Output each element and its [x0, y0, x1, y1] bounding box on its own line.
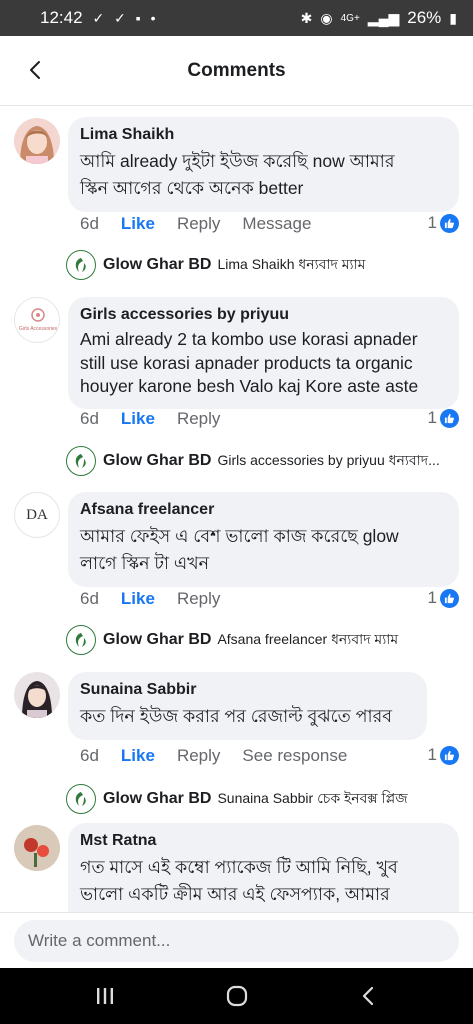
comment-time: 6d	[80, 214, 99, 233]
reaction-count[interactable]: 1	[428, 408, 459, 428]
comment-bubble[interactable]: Sunaina Sabbir কত দিন ইউজ করার পর রেজাল্…	[68, 672, 427, 740]
back-nav-icon[interactable]	[357, 984, 381, 1008]
like-button[interactable]: Like	[121, 589, 155, 609]
glow-ghar-logo	[66, 625, 96, 655]
recents-icon[interactable]	[93, 984, 117, 1008]
reply-button[interactable]: Reply	[177, 589, 220, 609]
reaction-count[interactable]: 1	[428, 588, 459, 608]
comment-line: গত মাসে এই কম্বো প্যাকেজ টি আমি নিছি, খু…	[80, 857, 398, 877]
comment-actions: 6d Like Reply Message	[80, 214, 333, 234]
avatar[interactable]	[14, 672, 60, 718]
message-button[interactable]: Message	[242, 214, 311, 234]
comment-author[interactable]: Lima Shaikh	[80, 126, 446, 144]
see-response-button[interactable]: See response	[242, 746, 347, 766]
comment-author[interactable]: Girls accessories by priyuu	[80, 306, 446, 324]
like-thumb-icon	[440, 213, 459, 233]
comment-text: কত দিন ইউজ করার পর রেজাল্ট বুঝতে পারব	[80, 703, 414, 730]
comments-header: Comments	[0, 36, 473, 106]
reply-text: Lima Shaikh ধন্যবাদ ম্যাম	[217, 256, 366, 272]
comment-time: 6d	[80, 409, 99, 428]
reaction-count[interactable]: 1	[428, 213, 459, 233]
reaction-number: 1	[427, 588, 437, 607]
comment-bubble[interactable]: Girls accessories by priyuu Ami already …	[68, 297, 459, 409]
comment-line: Ami already 2 ta kombo use korasi apnade…	[80, 329, 418, 349]
battery-level: 26%	[407, 8, 442, 27]
avatar-label: DA	[26, 506, 48, 523]
comment-input[interactable]	[14, 920, 459, 962]
avatar[interactable]	[14, 825, 60, 871]
comment-time: 6d	[80, 589, 99, 608]
wifi-icon: ◉	[320, 9, 333, 26]
comment-actions: 6d Like Reply See response	[80, 746, 369, 766]
reply-text: Afsana freelancer ধন্যবাদ ম্যাম	[217, 631, 399, 647]
comment-text: Ami already 2 ta kombo use korasi apnade…	[80, 328, 446, 399]
reply-button[interactable]: Reply	[177, 746, 220, 766]
comment-author[interactable]: Mst Ratna	[80, 832, 446, 850]
glow-ghar-logo	[66, 250, 96, 280]
comment-line: আমি already দুইটা ইউজ করেছি now আমার	[80, 151, 395, 171]
reaction-number: 1	[427, 745, 437, 764]
status-right: ✱ ◉ 4G+ ▂▄▆ 26% ▮	[301, 8, 457, 28]
reaction-number: 1	[427, 213, 437, 232]
comment-line: আমার ফেইস এ বেশ ভালো কাজ করেছে glow	[80, 526, 399, 546]
comment-bubble[interactable]: Lima Shaikh আমি already দুইটা ইউজ করেছি …	[68, 117, 459, 212]
reply-author[interactable]: Glow Ghar BD	[103, 256, 211, 274]
bluetooth-icon: ✱	[300, 9, 313, 26]
home-icon[interactable]	[225, 984, 249, 1008]
reply-text: Sunaina Sabbir চেক ইনবক্স প্লিজ	[217, 790, 408, 806]
comment-time: 6d	[80, 746, 99, 765]
comment-composer	[0, 912, 473, 968]
avatar-label: Girls Accessories	[18, 326, 58, 332]
comment-line: ভালো একটি ক্রীম আর এই ফেসপ্যাক, আমার	[80, 884, 390, 904]
comment-actions: 6d Like Reply	[80, 589, 242, 609]
reply-author[interactable]: Glow Ghar BD	[103, 631, 211, 649]
reaction-count[interactable]: 1	[428, 745, 459, 765]
comment-text: আমার ফেইস এ বেশ ভালো কাজ করেছে glow লাগে…	[80, 523, 446, 577]
like-thumb-icon	[440, 408, 459, 428]
like-thumb-icon	[440, 745, 459, 765]
comment-actions: 6d Like Reply	[80, 409, 242, 429]
comment-line: লাগে স্কিন টা এখন	[80, 553, 210, 573]
like-thumb-icon	[440, 588, 459, 608]
comment-text: গত মাসে এই কম্বো প্যাকেজ টি আমি নিছি, খু…	[80, 854, 446, 908]
system-nav-bar	[0, 968, 473, 1024]
reaction-number: 1	[427, 408, 437, 427]
comment-line: কত দিন ইউজ করার পর রেজাল্ট বুঝতে পারব	[80, 706, 392, 726]
reply-preview[interactable]: Glow Ghar BD Girls accessories by priyuu…	[66, 446, 440, 476]
comment-author[interactable]: Afsana freelancer	[80, 501, 446, 519]
avatar[interactable]: DA	[14, 492, 60, 538]
back-arrow-icon[interactable]	[24, 58, 48, 82]
like-button[interactable]: Like	[121, 409, 155, 429]
comment-author[interactable]: Sunaina Sabbir	[80, 681, 414, 699]
comment-line: houyer karone besh Valo kaj Kore aste as…	[80, 376, 419, 396]
like-button[interactable]: Like	[121, 746, 155, 766]
glow-ghar-logo	[66, 784, 96, 814]
reply-button[interactable]: Reply	[177, 214, 220, 234]
status-bar: 12:42 ✓ ✓ ▪ • ✱ ◉ 4G+ ▂▄▆ 26% ▮	[0, 0, 473, 36]
avatar[interactable]: Girls Accessories	[14, 297, 60, 343]
comments-feed[interactable]: Lima Shaikh আমি already দুইটা ইউজ করেছি …	[0, 107, 473, 912]
glow-ghar-logo	[66, 446, 96, 476]
reply-button[interactable]: Reply	[177, 409, 220, 429]
reply-author[interactable]: Glow Ghar BD	[103, 790, 211, 808]
reply-preview[interactable]: Glow Ghar BD Afsana freelancer ধন্যবাদ ম…	[66, 625, 398, 655]
like-button[interactable]: Like	[121, 214, 155, 234]
comment-bubble[interactable]: Afsana freelancer আমার ফেইস এ বেশ ভালো ক…	[68, 492, 459, 587]
network-label: 4G+	[340, 12, 360, 24]
comment-line: still use korasi apnader products ta org…	[80, 352, 413, 373]
reply-preview[interactable]: Glow Ghar BD Sunaina Sabbir চেক ইনবক্স প…	[66, 784, 408, 814]
reply-text: Girls accessories by priyuu ধন্যবাদ...	[217, 452, 440, 468]
page-title: Comments	[187, 59, 286, 81]
comment-text: আমি already দুইটা ইউজ করেছি now আমার স্ক…	[80, 148, 446, 202]
comment-bubble[interactable]: Mst Ratna গত মাসে এই কম্বো প্যাকেজ টি আম…	[68, 823, 459, 912]
reply-preview[interactable]: Glow Ghar BD Lima Shaikh ধন্যবাদ ম্যাম	[66, 250, 365, 280]
status-time: 12:42	[40, 8, 83, 27]
signal-icon: ▂▄▆	[367, 9, 400, 26]
notification-icons: ✓ ✓ ▪ •	[92, 9, 159, 26]
avatar[interactable]	[14, 118, 60, 164]
comment-line: স্কিন আগের থেকে অনেক better	[80, 178, 304, 198]
battery-icon: ▮	[449, 9, 457, 26]
reply-author[interactable]: Glow Ghar BD	[103, 452, 211, 470]
